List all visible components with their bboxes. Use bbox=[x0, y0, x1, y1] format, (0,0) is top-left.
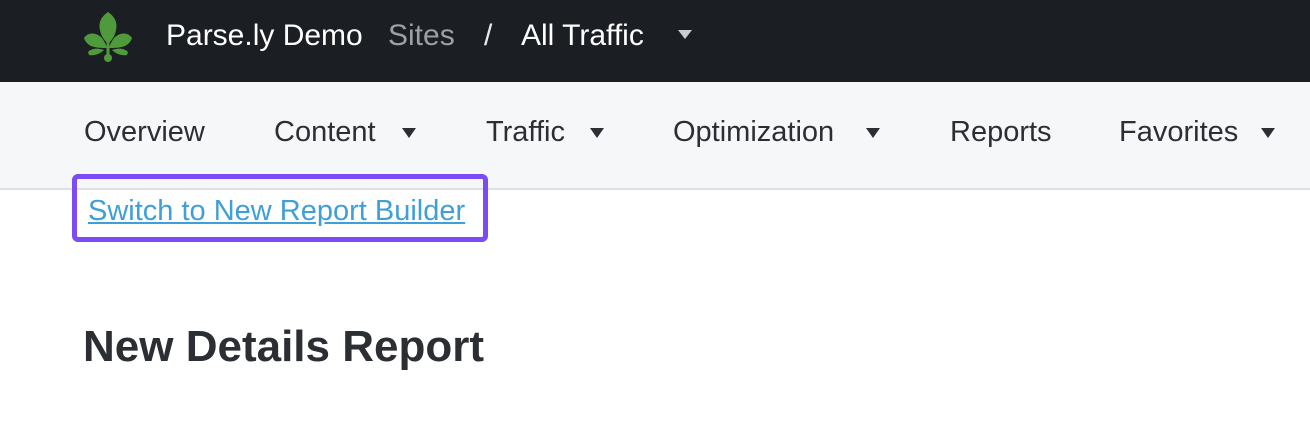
nav-traffic-caret-icon[interactable] bbox=[590, 128, 604, 138]
top-header: Parse.ly Demo Sites / All Traffic bbox=[0, 0, 1310, 82]
nav-favorites-caret-icon[interactable] bbox=[1261, 128, 1275, 138]
breadcrumb-separator: / bbox=[484, 19, 493, 52]
nav-content[interactable]: Content bbox=[274, 116, 376, 149]
nav-optimization-caret-icon[interactable] bbox=[866, 128, 880, 138]
sites-link[interactable]: Sites bbox=[388, 19, 455, 53]
parsely-leaf-logo-icon[interactable] bbox=[80, 8, 136, 64]
switch-to-new-report-builder-link[interactable]: Switch to New Report Builder bbox=[88, 195, 465, 228]
nav-overview[interactable]: Overview bbox=[84, 116, 205, 149]
nav-optimization[interactable]: Optimization bbox=[673, 116, 834, 149]
nav-content-caret-icon[interactable] bbox=[402, 128, 416, 138]
page-title: New Details Report bbox=[83, 322, 484, 371]
traffic-selector[interactable]: All Traffic bbox=[521, 19, 644, 53]
nav-favorites[interactable]: Favorites bbox=[1119, 116, 1238, 149]
brand-name[interactable]: Parse.ly Demo bbox=[166, 19, 363, 53]
nav-traffic[interactable]: Traffic bbox=[486, 116, 565, 149]
traffic-selector-caret-icon[interactable] bbox=[678, 30, 692, 39]
nav-reports[interactable]: Reports bbox=[950, 116, 1052, 149]
